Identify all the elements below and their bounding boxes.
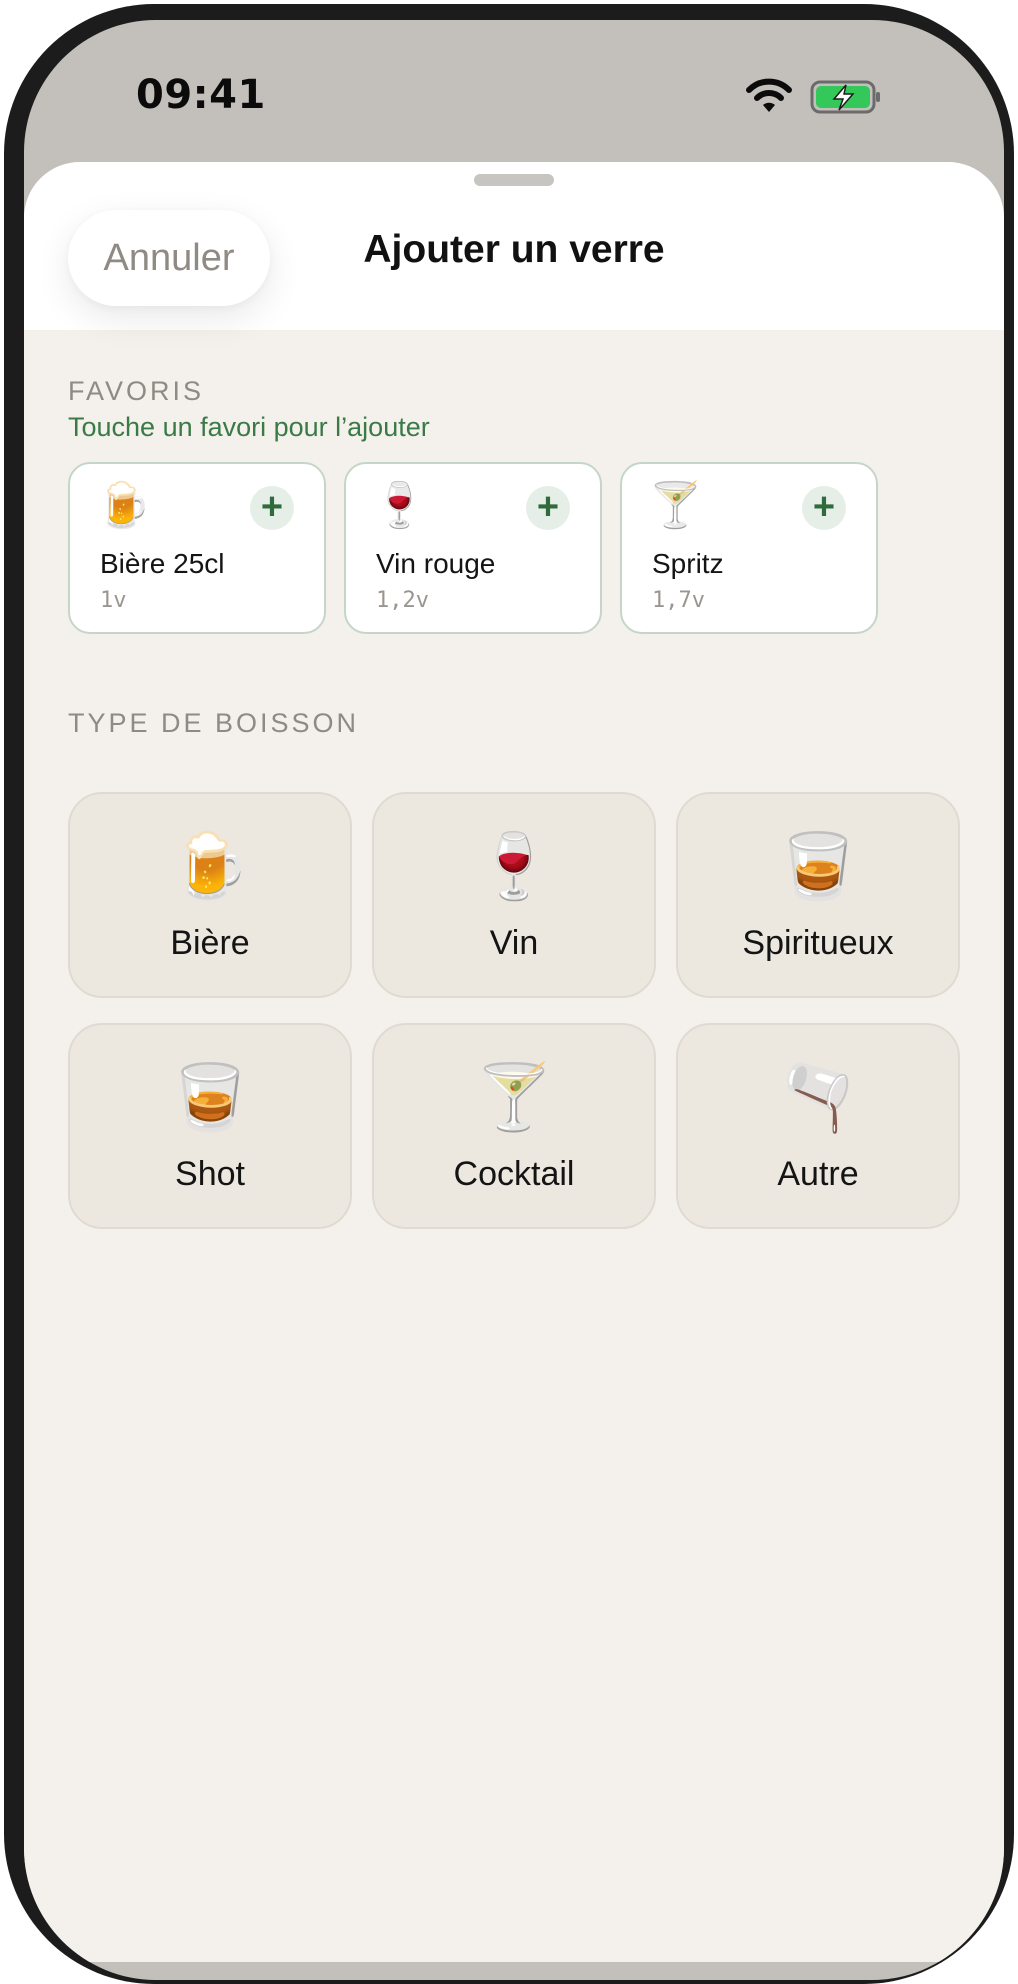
drink-type-label: Vin — [489, 924, 539, 962]
drink-type-label: Cocktail — [453, 1155, 575, 1193]
wifi-icon — [746, 78, 792, 112]
drink-type-label: Autre — [777, 1155, 859, 1193]
add-plus-icon[interactable]: + — [526, 486, 570, 530]
favorite-units: 1,7v — [652, 588, 705, 613]
favorite-card-beer[interactable]: 🍺 + Bière 25cl 1v — [68, 462, 326, 634]
drink-type-cocktail[interactable]: 🍸 Cocktail — [372, 1023, 656, 1229]
tumbler-glass-icon: 🥃 — [170, 1061, 250, 1133]
favorite-name: Vin rouge — [376, 548, 496, 579]
wine-glass-icon: 🍷 — [372, 481, 427, 530]
battery-charging-icon — [810, 80, 880, 114]
beer-mug-icon: 🍺 — [170, 830, 250, 902]
drink-type-label: Bière — [170, 924, 250, 962]
favorites-hint: Touche un favori pour l’ajouter — [68, 412, 430, 442]
sheet-grabber[interactable] — [474, 174, 554, 186]
status-time: 09:41 — [136, 72, 266, 118]
add-plus-icon[interactable]: + — [802, 486, 846, 530]
favorite-units: 1,2v — [376, 588, 429, 613]
drink-type-shot[interactable]: 🥃 Shot — [68, 1023, 352, 1229]
favorites-section-label: FAVORIS — [68, 376, 205, 406]
screen: 09:41 Annuler Ajouter un verre FAVORIS T… — [24, 20, 1004, 1980]
beer-mug-icon: 🍺 — [96, 481, 151, 530]
wine-glass-icon: 🍷 — [474, 830, 554, 902]
favorite-name: Spritz — [652, 548, 724, 579]
drink-type-spirits[interactable]: 🥃 Spiritueux — [676, 792, 960, 998]
pouring-liquid-icon: 🫗 — [778, 1061, 858, 1133]
sheet-title: Ajouter un verre — [363, 228, 665, 271]
add-drink-sheet: Annuler Ajouter un verre FAVORIS Touche … — [24, 162, 1004, 1962]
sheet-header: Annuler Ajouter un verre — [24, 162, 1004, 330]
favorite-card-red-wine[interactable]: 🍷 + Vin rouge 1,2v — [344, 462, 602, 634]
phone-frame: 09:41 Annuler Ajouter un verre FAVORIS T… — [4, 4, 1014, 1984]
favorite-card-spritz[interactable]: 🍸 + Spritz 1,7v — [620, 462, 878, 634]
cocktail-glass-icon: 🍸 — [648, 481, 703, 530]
cocktail-glass-icon: 🍸 — [474, 1061, 554, 1133]
drink-type-wine[interactable]: 🍷 Vin — [372, 792, 656, 998]
favorite-name: Bière 25cl — [100, 548, 225, 579]
drink-type-label: Shot — [175, 1155, 245, 1193]
add-plus-icon[interactable]: + — [250, 486, 294, 530]
tumbler-glass-icon: 🥃 — [778, 830, 858, 902]
drink-type-section-label: TYPE DE BOISSON — [68, 708, 360, 738]
drink-type-beer[interactable]: 🍺 Bière — [68, 792, 352, 998]
drink-type-other[interactable]: 🫗 Autre — [676, 1023, 960, 1229]
drink-type-label: Spiritueux — [742, 924, 894, 962]
favorite-units: 1v — [100, 588, 127, 613]
